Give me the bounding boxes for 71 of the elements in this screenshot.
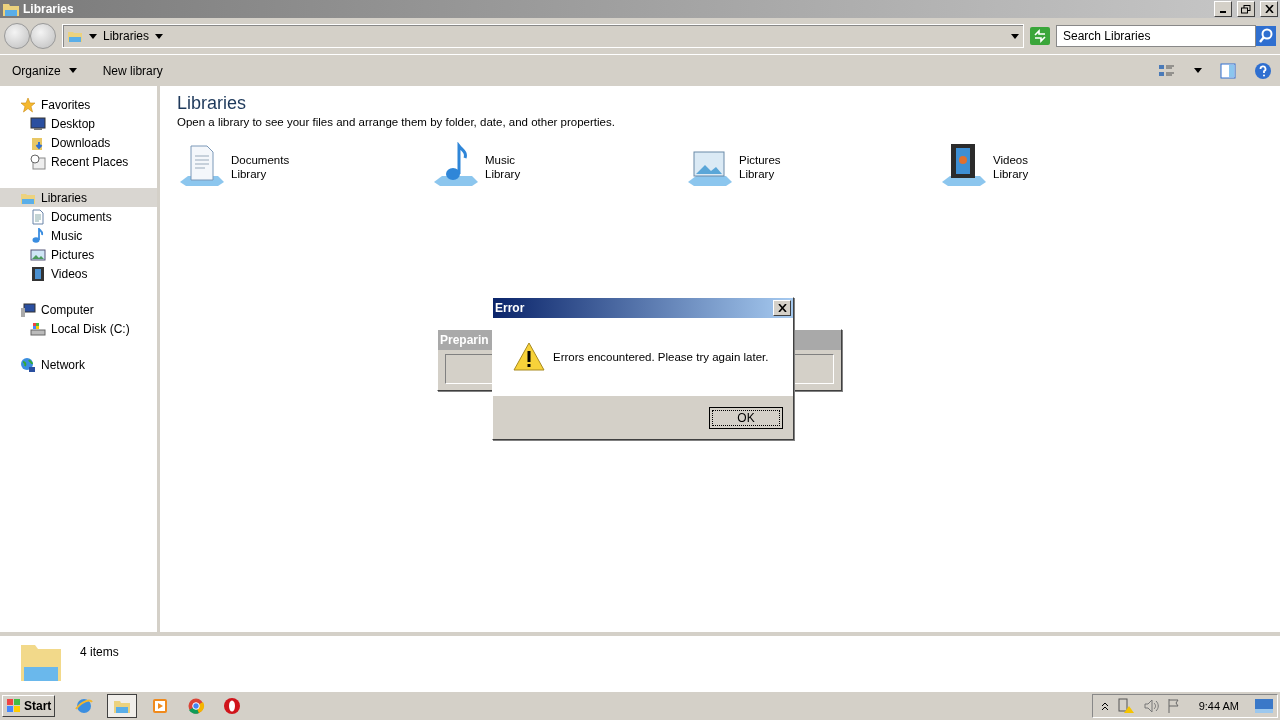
speaker-icon[interactable] — [1142, 698, 1159, 714]
preview-pane-icon[interactable] — [1220, 62, 1236, 79]
library-label[interactable]: Pictures Library — [739, 153, 781, 181]
drive-icon — [30, 320, 46, 337]
monitor-icon — [30, 115, 46, 132]
address-bar[interactable]: Libraries — [62, 24, 1024, 48]
film-icon — [30, 265, 46, 282]
dialog-title: Preparin — [440, 333, 490, 347]
nav-item[interactable]: Music — [0, 226, 157, 245]
nav-item[interactable]: Network — [0, 355, 157, 374]
search-field[interactable]: Search Libraries — [1056, 25, 1256, 47]
taskbar-button[interactable] — [107, 694, 138, 718]
back-button[interactable] — [4, 23, 30, 49]
nav-item[interactable]: Documents — [0, 207, 157, 226]
view-options-icon[interactable] — [1158, 62, 1176, 79]
minimize-button[interactable] — [1214, 1, 1232, 17]
search-icon[interactable] — [1256, 26, 1276, 46]
library-label[interactable]: Music Library — [485, 153, 521, 181]
warning-icon — [513, 342, 545, 372]
picture-icon — [30, 246, 46, 263]
caret-icon — [89, 33, 97, 39]
toolbar-button[interactable]: New library — [98, 61, 167, 80]
caret-icon — [68, 68, 77, 73]
network-warning-icon[interactable] — [1116, 698, 1135, 714]
restore-button[interactable] — [1237, 1, 1255, 17]
ok-button[interactable]: OK — [709, 407, 783, 429]
nav-item[interactable]: Local Disk (C:) — [0, 319, 157, 338]
refresh-icon[interactable] — [1030, 27, 1050, 45]
close-icon — [777, 304, 787, 312]
close-button[interactable] — [1260, 1, 1278, 17]
media-player-icon — [151, 697, 170, 715]
show-desktop-icon[interactable] — [1255, 699, 1273, 713]
library-label[interactable]: Videos Library — [993, 153, 1029, 181]
restore-icon — [1241, 4, 1251, 14]
close-icon — [1264, 5, 1274, 13]
windows-logo-icon — [6, 698, 22, 714]
library-label[interactable]: Documents Library — [231, 153, 290, 181]
breadcrumb[interactable]: Libraries — [103, 29, 150, 43]
nav-item[interactable]: Computer — [0, 300, 157, 319]
flag-icon[interactable] — [1166, 698, 1181, 714]
opera-icon — [223, 697, 242, 715]
show-hidden-icons[interactable] — [1100, 701, 1109, 711]
page-description: Open a library to see your files and arrange them by folder, date, and other properties. — [177, 116, 616, 128]
forward-button[interactable] — [30, 23, 56, 49]
browser-icon — [75, 697, 94, 715]
window-title: Libraries — [23, 2, 75, 16]
music-note-icon — [30, 227, 46, 244]
computer-icon — [20, 301, 36, 318]
toolbar-button[interactable]: Organize — [8, 61, 81, 80]
error-message: Errors encountered. Please try again later. — [553, 351, 769, 363]
item-count: 4 items — [80, 645, 119, 659]
start-button[interactable]: Start — [2, 695, 56, 717]
page-heading: Libraries — [177, 93, 248, 114]
chrome-icon — [187, 697, 206, 715]
nav-item[interactable]: Libraries — [0, 188, 157, 207]
close-button[interactable] — [773, 300, 791, 316]
caret-icon — [1194, 68, 1202, 73]
document-icon — [30, 208, 46, 225]
nav-item[interactable]: Desktop — [0, 114, 157, 133]
caret-icon — [1011, 33, 1019, 39]
star-icon — [20, 96, 36, 113]
nav-item[interactable]: Pictures — [0, 245, 157, 264]
nav-item[interactable]: Videos — [0, 264, 157, 283]
nav-item[interactable]: Downloads — [0, 133, 157, 152]
nav-item[interactable]: Favorites — [0, 95, 157, 114]
dialog-title: Error — [495, 301, 526, 315]
globe-icon — [20, 356, 36, 373]
nav-item[interactable]: Recent Places — [0, 152, 157, 171]
help-icon[interactable] — [1254, 61, 1272, 80]
caret-icon — [155, 33, 164, 39]
clock[interactable]: 9:44 AM — [1198, 700, 1239, 712]
